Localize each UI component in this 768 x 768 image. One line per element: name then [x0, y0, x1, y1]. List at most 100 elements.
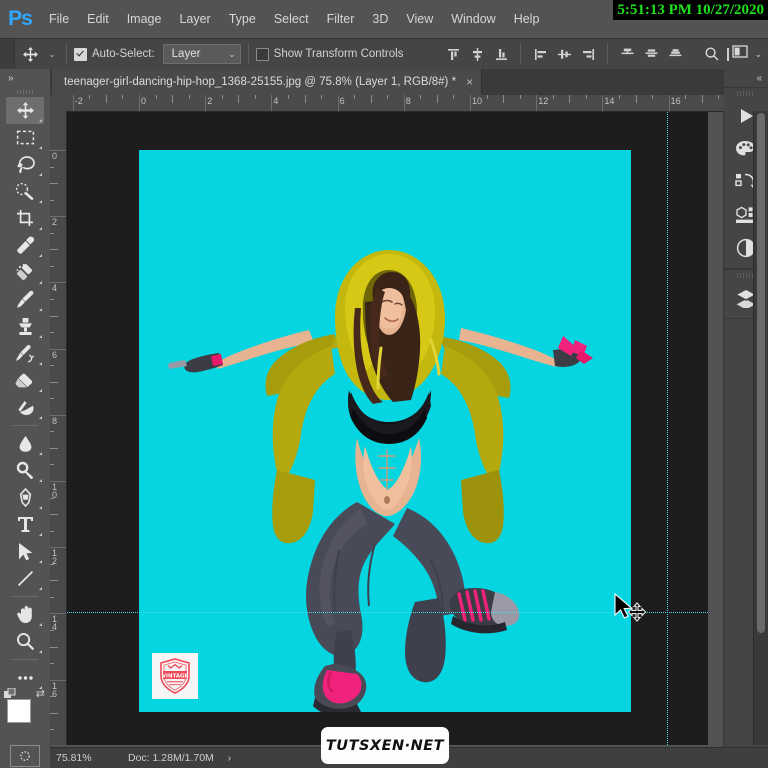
crop-tool[interactable]: [6, 205, 44, 232]
toolbar-separator: [12, 659, 38, 660]
distribute-bottom-icon[interactable]: [663, 39, 687, 69]
ruler-minor-tick: [50, 530, 54, 532]
watermark-text: TUTSXEN·NET: [325, 737, 445, 754]
scrollbar-thumb[interactable]: [757, 113, 765, 633]
spot-healing-brush-tool[interactable]: [6, 259, 44, 286]
move-tool[interactable]: [6, 97, 44, 124]
ruler-minor-tick: [453, 95, 455, 99]
system-clock: 5:51:13 PM 10/27/2020: [613, 0, 768, 20]
auto-select-scope-dropdown[interactable]: Layer ⌄: [162, 44, 241, 64]
menu-item-help[interactable]: Help: [505, 0, 549, 38]
menu-item-file[interactable]: File: [40, 0, 78, 38]
brush-tool[interactable]: [6, 286, 44, 313]
color-swatches[interactable]: ⇄: [4, 687, 45, 737]
history-brush-tool[interactable]: [6, 340, 44, 367]
align-top-edges-icon[interactable]: [441, 39, 465, 69]
quick-selection-tool[interactable]: [6, 178, 44, 205]
move-tool-icon[interactable]: [15, 39, 45, 69]
options-bar-grip[interactable]: [0, 39, 15, 69]
line-tool[interactable]: [6, 565, 44, 592]
show-transform-checkbox[interactable]: [255, 47, 269, 61]
ruler-minor-tick: [304, 95, 306, 103]
gradient-tool[interactable]: [6, 394, 44, 421]
blur-tool[interactable]: [6, 430, 44, 457]
image-artboard[interactable]: VINTAGE: [139, 150, 631, 712]
lasso-tool[interactable]: [6, 151, 44, 178]
ruler-minor-tick: [50, 696, 54, 698]
horizontal-ruler[interactable]: -2024681012141618: [50, 95, 724, 112]
dodge-tool[interactable]: [6, 457, 44, 484]
toolbar-expand-icon[interactable]: »: [0, 69, 50, 87]
align-horizontal-centers-icon[interactable]: [552, 39, 576, 69]
auto-select-group[interactable]: Auto-Select:: [74, 47, 155, 61]
status-menu-arrow-icon[interactable]: ›: [228, 753, 231, 764]
close-icon[interactable]: ×: [466, 76, 473, 88]
ruler-minor-tick: [50, 199, 54, 201]
ruler-minor-tick: [50, 447, 58, 449]
horizontal-type-tool[interactable]: [6, 511, 44, 538]
align-bottom-edges-icon[interactable]: [489, 39, 513, 69]
ruler-label: 4: [273, 96, 279, 106]
vertical-ruler[interactable]: 024681012141618: [50, 111, 67, 745]
align-vertical-centers-icon[interactable]: [465, 39, 489, 69]
divider-2: [247, 44, 249, 64]
align-right-edges-icon[interactable]: [576, 39, 600, 69]
menu-item-select[interactable]: Select: [265, 0, 318, 38]
search-icon[interactable]: [697, 39, 727, 69]
ruler-label: 14: [604, 96, 615, 106]
divider-4: [607, 44, 609, 64]
zoom-level[interactable]: 75.81%: [50, 752, 128, 764]
menu-item-layer[interactable]: Layer: [170, 0, 219, 38]
distribute-top-icon[interactable]: [615, 39, 639, 69]
vertical-scrollbar[interactable]: [753, 111, 768, 745]
show-transform-group[interactable]: Show Transform Controls: [255, 47, 403, 61]
align-left-edges-icon[interactable]: [528, 39, 552, 69]
ruler-minor-tick: [50, 563, 54, 565]
quick-mask-button[interactable]: [10, 745, 40, 767]
clone-stamp-tool[interactable]: [6, 313, 44, 340]
zoom-tool[interactable]: [6, 628, 44, 655]
auto-select-checkbox[interactable]: [74, 47, 87, 61]
menu-item-view[interactable]: View: [397, 0, 442, 38]
dock-collapse-icon[interactable]: «: [724, 69, 768, 87]
panel-group-1-grip[interactable]: [724, 88, 768, 99]
tool-preset-caret[interactable]: ⌄: [45, 49, 59, 60]
ruler-minor-tick: [50, 663, 54, 665]
toolbar-grip[interactable]: [0, 87, 50, 97]
document-tab[interactable]: teenager-girl-dancing-hip-hop_1368-25155…: [52, 69, 483, 95]
site-watermark: TUTSXEN·NET: [321, 727, 449, 764]
ruler-minor-tick: [50, 249, 58, 251]
guide-vertical: [667, 111, 668, 745]
menu-item-3d[interactable]: 3D: [363, 0, 397, 38]
eyedropper-tool[interactable]: [6, 232, 44, 259]
ruler-minor-tick: [50, 629, 54, 631]
align-icon-cluster: [441, 39, 687, 69]
menu-item-filter[interactable]: Filter: [318, 0, 364, 38]
menu-item-edit[interactable]: Edit: [78, 0, 118, 38]
ruler-label: 10: [472, 96, 483, 106]
menu-item-window[interactable]: Window: [442, 0, 504, 38]
ruler-minor-tick: [387, 95, 389, 99]
ruler-minor-tick: [618, 95, 620, 99]
ruler-label: 12: [538, 96, 549, 106]
ruler-label: 6: [339, 96, 345, 106]
ruler-minor-tick: [321, 95, 323, 99]
hand-tool[interactable]: [6, 601, 44, 628]
ruler-minor-tick: [50, 431, 54, 433]
ruler-minor-tick: [420, 95, 422, 99]
dancer-image: [139, 150, 631, 712]
menu-item-type[interactable]: Type: [220, 0, 265, 38]
path-selection-tool[interactable]: [6, 538, 44, 565]
workspace-caret-icon: ⌄: [754, 48, 762, 59]
eraser-tool[interactable]: [6, 367, 44, 394]
ruler-minor-tick: [50, 464, 54, 466]
swap-colors-icon[interactable]: ⇄: [36, 687, 45, 700]
pen-tool[interactable]: [6, 484, 44, 511]
workspace-switcher[interactable]: ⌄: [727, 45, 768, 63]
rectangular-marquee-tool[interactable]: [6, 124, 44, 151]
menu-item-image[interactable]: Image: [118, 0, 171, 38]
distribute-center-icon[interactable]: [639, 39, 663, 69]
foreground-color-swatch[interactable]: [7, 699, 31, 723]
canvas-background[interactable]: VINTAGE: [66, 111, 708, 745]
ruler-minor-tick: [50, 381, 58, 383]
